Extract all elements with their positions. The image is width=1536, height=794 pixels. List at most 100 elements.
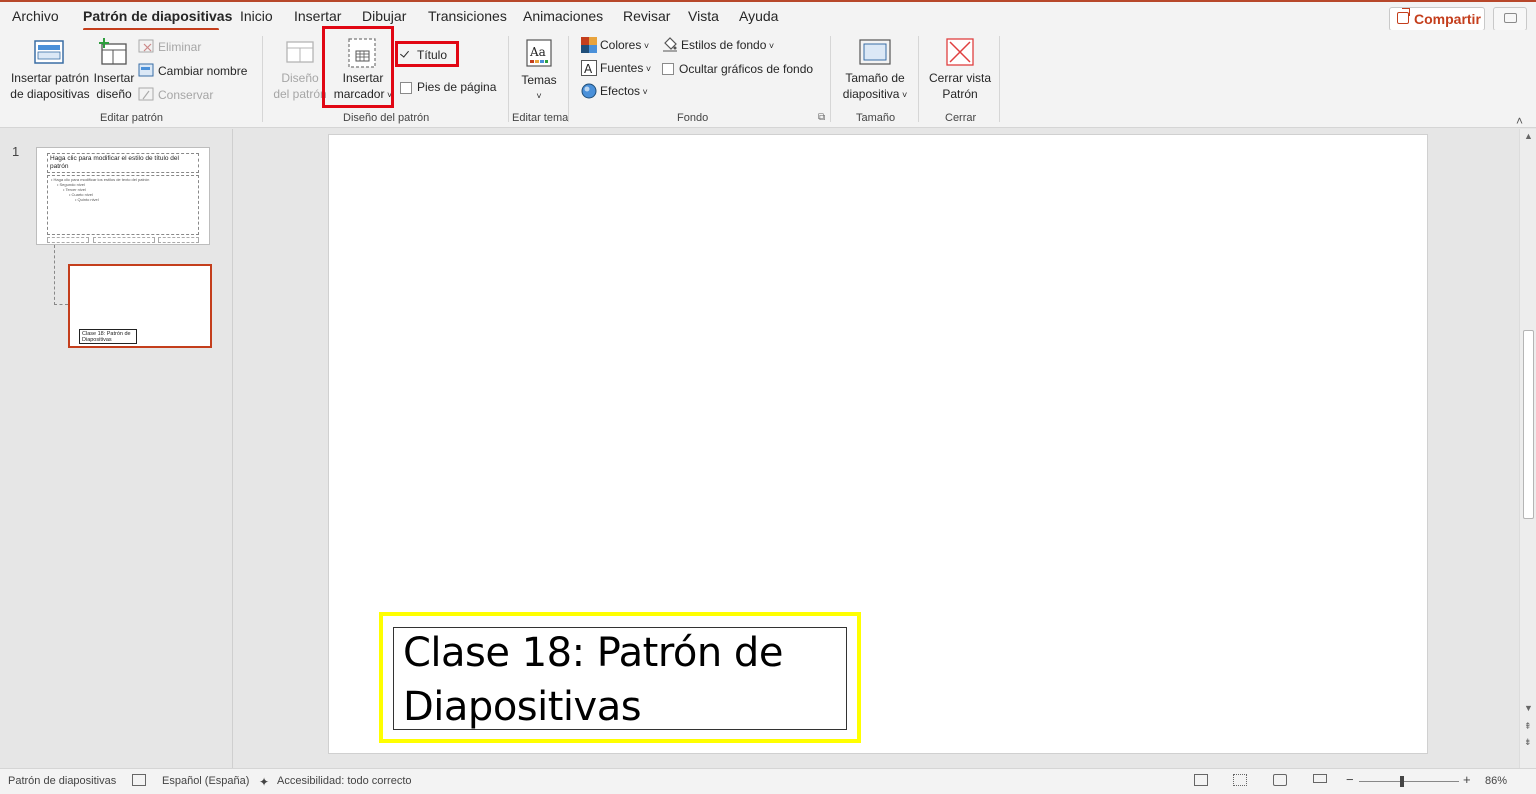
- chevron-down-icon: ˅: [536, 91, 542, 101]
- tab-vista[interactable]: Vista: [688, 8, 719, 24]
- delete-label: Eliminar: [158, 40, 202, 54]
- tab-revisar[interactable]: Revisar: [623, 8, 670, 24]
- slide-title-line-2: Diapositivas: [403, 684, 642, 730]
- footers-checkbox[interactable]: [400, 82, 412, 94]
- previous-slide-icon[interactable]: ⇞: [1524, 721, 1532, 732]
- scroll-thumb[interactable]: [1523, 330, 1534, 519]
- colors-text: Colores: [600, 38, 642, 52]
- close-view-label-2: Patrón: [942, 87, 978, 101]
- slide-size-text: diapositiva: [842, 87, 900, 101]
- hide-background-checkbox[interactable]: [662, 63, 674, 75]
- master-thumb-level-5: • Quinto nivel: [75, 197, 99, 202]
- slide-canvas[interactable]: Clase 18: Patrón de Diapositivas: [233, 129, 1519, 768]
- background-styles-label: Estilos de fondo ˅: [681, 38, 774, 52]
- scroll-down-icon[interactable]: ▼: [1524, 703, 1533, 713]
- layout-connector: [54, 245, 68, 305]
- tab-animaciones[interactable]: Animaciones: [523, 8, 603, 24]
- dialog-launcher-icon[interactable]: ⧉: [818, 112, 825, 123]
- group-separator: [999, 36, 1000, 122]
- scroll-up-icon[interactable]: ▲: [1524, 131, 1533, 141]
- chevron-down-icon: ˅: [899, 90, 908, 100]
- tab-patron-diapositivas[interactable]: Patrón de diapositivas: [83, 8, 232, 24]
- thumbnail-pane[interactable]: 1 Haga clic para modificar el estilo de …: [0, 129, 233, 768]
- fonts-icon: A: [581, 60, 597, 76]
- fonts-label: Fuentes ˅: [600, 61, 651, 75]
- slide-size-icon: [859, 39, 891, 65]
- zoom-slider-track[interactable]: [1359, 781, 1459, 782]
- tab-inicio[interactable]: Inicio: [240, 8, 273, 24]
- rename-icon: [138, 63, 154, 77]
- notes-book-icon[interactable]: [132, 774, 146, 786]
- highlight-box-title-checkbox: [395, 41, 459, 67]
- group-edit-master: Editar patrón: [100, 112, 163, 124]
- status-view: Patrón de diapositivas: [8, 775, 117, 787]
- background-styles-text: Estilos de fondo: [681, 38, 767, 52]
- slide-size-label-2: diapositiva ˅: [836, 86, 914, 103]
- close-view-label-1: Cerrar vista: [928, 71, 991, 85]
- colors-label: Colores ˅: [600, 38, 649, 52]
- chevron-down-icon: ˅: [643, 64, 652, 74]
- master-slide-thumbnail[interactable]: Haga clic para modificar el estilo de tí…: [36, 147, 210, 245]
- group-separator: [568, 36, 569, 122]
- comments-button[interactable]: [1493, 7, 1527, 31]
- pin-icon: [138, 87, 154, 101]
- share-button[interactable]: Compartir: [1389, 7, 1485, 31]
- slide-sorter-icon[interactable]: [1233, 774, 1247, 786]
- insert-layout-label-1: Insertar: [93, 71, 135, 85]
- comment-icon: [1504, 13, 1517, 23]
- share-label: Compartir: [1414, 11, 1481, 27]
- tab-dibujar[interactable]: Dibujar: [362, 8, 406, 24]
- group-separator: [508, 36, 509, 122]
- layout-thumb-title: Clase 18: Patrón de Diapositivas: [79, 329, 137, 344]
- paint-bucket-icon: [663, 37, 677, 52]
- slide-master-icon: [34, 40, 64, 64]
- slide-size-label-1: Tamaño de: [845, 71, 905, 85]
- group-background: Fondo: [677, 112, 709, 124]
- next-slide-icon[interactable]: ⇟: [1524, 737, 1532, 748]
- slide[interactable]: Clase 18: Patrón de Diapositivas: [328, 134, 1428, 754]
- group-close: Cerrar: [945, 112, 977, 124]
- colors-icon: [581, 37, 597, 53]
- svg-text:A: A: [584, 62, 593, 76]
- fonts-text: Fuentes: [600, 61, 644, 75]
- status-accessibility[interactable]: Accesibilidad: todo correcto: [277, 775, 412, 787]
- collapse-ribbon-icon[interactable]: ˄: [1516, 114, 1523, 128]
- accessibility-icon: ✦: [259, 775, 270, 789]
- tab-ayuda[interactable]: Ayuda: [739, 8, 778, 24]
- master-layout-label-1: Diseño: [281, 71, 319, 85]
- tab-transiciones[interactable]: Transiciones: [428, 8, 507, 24]
- master-layout-label-2: del patrón: [273, 87, 327, 101]
- reading-view-icon[interactable]: [1273, 774, 1287, 786]
- master-layout-icon: [286, 41, 314, 63]
- title-placeholder[interactable]: Clase 18: Patrón de Diapositivas: [393, 627, 847, 730]
- chevron-down-icon: ˅: [641, 41, 650, 51]
- tab-archivo[interactable]: Archivo: [12, 8, 59, 24]
- master-thumb-footer-text: [93, 237, 155, 243]
- footers-check-label: Pies de página: [417, 80, 497, 94]
- slide-number: 1: [12, 144, 20, 159]
- effects-icon: [581, 83, 597, 99]
- effects-label: Efectos ˅: [600, 84, 648, 98]
- group-size: Tamaño: [856, 112, 896, 124]
- vertical-scrollbar[interactable]: ▲ ▼ ⇞ ⇟: [1519, 129, 1536, 768]
- menu-tabs: Archivo Patrón de diapositivas Inicio In…: [0, 2, 1536, 31]
- normal-view-icon[interactable]: [1194, 774, 1208, 786]
- layout-slide-thumbnail[interactable]: Clase 18: Patrón de Diapositivas: [68, 264, 212, 348]
- slide-title-line-1: Clase 18: Patrón de: [403, 630, 783, 676]
- zoom-level[interactable]: 86%: [1485, 775, 1507, 787]
- zoom-out-icon[interactable]: −: [1346, 772, 1354, 787]
- status-language[interactable]: Español (España): [162, 775, 249, 787]
- zoom-slider-thumb[interactable]: [1400, 776, 1404, 787]
- slideshow-icon[interactable]: [1313, 774, 1327, 783]
- insert-master-label-2: de diapositivas: [10, 87, 90, 101]
- themes-icon: Aa: [526, 39, 552, 67]
- themes-label: Temas: [521, 73, 557, 87]
- tab-insertar[interactable]: Insertar: [294, 8, 341, 24]
- zoom-in-icon[interactable]: +: [1463, 772, 1471, 787]
- slide-title: Clase 18: Patrón de Diapositivas: [403, 626, 843, 734]
- hide-background-label: Ocultar gráficos de fondo: [679, 62, 814, 76]
- effects-text: Efectos: [600, 84, 641, 98]
- rename-label: Cambiar nombre: [158, 64, 248, 78]
- close-icon: [946, 38, 974, 66]
- group-separator: [262, 36, 263, 122]
